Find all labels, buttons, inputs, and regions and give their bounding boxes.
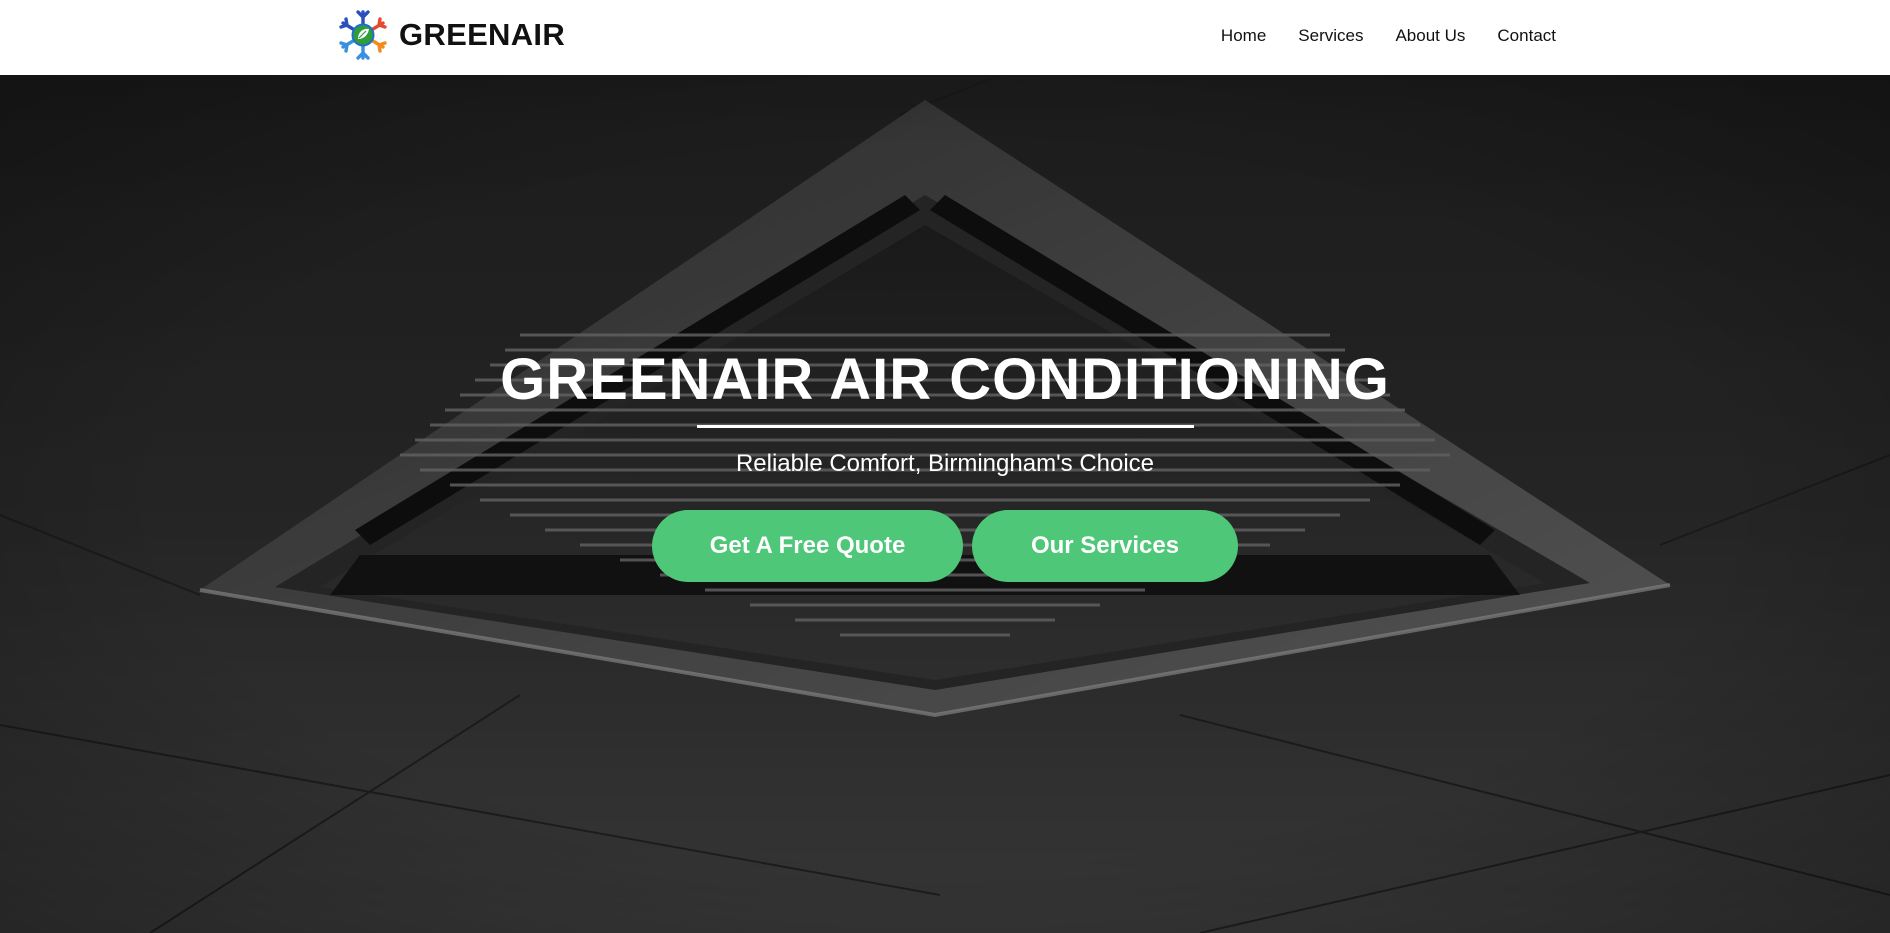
brand-home-link[interactable]: GREENAIR [337, 9, 565, 61]
nav-link-about-us[interactable]: About Us [1395, 26, 1465, 46]
brand-name: GREENAIR [399, 17, 566, 52]
nav-link-contact[interactable]: Contact [1497, 26, 1556, 46]
hero-divider [696, 424, 1194, 428]
get-free-quote-button[interactable]: Get A Free Quote [652, 509, 963, 582]
nav-link-home[interactable]: Home [1221, 26, 1266, 46]
site-header: GREENAIR Home Services About Us Contact [0, 0, 1890, 75]
our-services-button[interactable]: Our Services [972, 509, 1238, 582]
nav-link-services[interactable]: Services [1298, 26, 1363, 46]
greenair-logo-icon [339, 10, 387, 60]
main-nav: Home Services About Us Contact [1221, 26, 1556, 46]
hero-title: GREENAIR AIR CONDITIONING [500, 347, 1390, 412]
hero-subtitle: Reliable Comfort, Birmingham's Choice [735, 449, 1155, 477]
hero-content: GREENAIR AIR CONDITIONING Reliable Comfo… [0, 345, 1890, 582]
hero-cta-row: Get A Free Quote Our Services [0, 509, 1890, 582]
hero-section: GREENAIR AIR CONDITIONING Reliable Comfo… [0, 75, 1890, 933]
